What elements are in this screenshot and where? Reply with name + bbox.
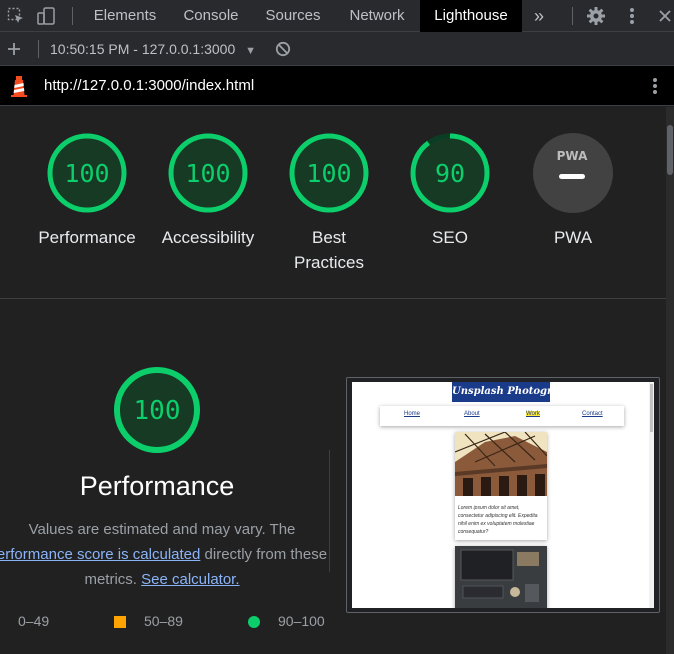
devtools-tabbar: Elements Console Sources Network Lightho… <box>0 0 674 32</box>
lighthouse-report: 100 Performance 100 Accessibility 100 Be… <box>0 107 666 654</box>
pwa-logo-text: PWA <box>557 149 588 163</box>
gauge-ring: PWA <box>533 133 613 213</box>
thumbnail-building-image <box>455 432 547 496</box>
tab-lighthouse[interactable]: Lighthouse <box>420 0 522 32</box>
report-select-value: 10:50:15 PM - 127.0.0.1:3000 <box>50 41 236 57</box>
chevron-down-icon: ▼ <box>245 45 257 57</box>
report-scrollbar[interactable] <box>666 107 674 654</box>
desc-line: metrics. See calculator. <box>0 567 334 592</box>
pwa-dash-icon <box>559 174 585 179</box>
gauge-seo[interactable]: 90 SEO <box>395 131 505 250</box>
tab-sources[interactable]: Sources <box>256 0 330 32</box>
thumbnail-card <box>455 546 547 608</box>
report-scrollbar-thumb[interactable] <box>667 125 673 175</box>
pass-circle-icon <box>248 616 260 628</box>
gauge-accessibility[interactable]: 100 Accessibility <box>153 131 263 250</box>
gauge-label: Accessibility <box>161 228 255 247</box>
gauge-ring: 90 <box>410 133 490 213</box>
see-calculator-link[interactable]: See calculator. <box>141 571 239 588</box>
report-url[interactable]: http://127.0.0.1:3000/index.html <box>44 66 254 106</box>
desc-text: metrics. <box>84 571 142 588</box>
thumbnail-desk-image <box>455 546 547 608</box>
desc-text: directly from these <box>200 546 328 563</box>
final-screenshot-frame[interactable]: Unsplash Photography Home About Work Con… <box>346 377 660 613</box>
gauge-score: 100 <box>64 159 109 188</box>
close-devtools-icon[interactable] <box>656 0 674 32</box>
thumbnail-nav-item: Home <box>404 411 421 417</box>
tab-console[interactable]: Console <box>172 0 250 32</box>
performance-score-gauge: 100 <box>112 365 202 460</box>
average-square-icon <box>114 616 126 628</box>
thumbnail-card-text: Lorem ipsum dolor sit amet, consectetur … <box>458 505 538 535</box>
inspect-element-icon[interactable] <box>4 0 28 32</box>
lighthouse-logo-icon <box>8 66 30 106</box>
thumbnail-nav-item: About <box>464 411 480 417</box>
gauge-score: 100 <box>306 159 351 188</box>
lighthouse-toolbar: 10:50:15 PM - 127.0.0.1:3000 ▼ <box>0 32 674 66</box>
thumbnail-site-logo: Unsplash Photography <box>452 382 550 402</box>
gauge-best-practices[interactable]: 100 Best Practices <box>274 131 384 275</box>
tabbar-divider <box>72 7 73 25</box>
thumbnail-nav: Home About Work Contact <box>380 406 624 426</box>
device-toolbar-icon[interactable] <box>34 0 58 32</box>
thumbnail-nav-item: Work <box>526 411 540 417</box>
thumbnail-card: Lorem ipsum dolor sit amet, consectetur … <box>455 432 547 540</box>
toolbar-divider <box>38 40 39 58</box>
gauge-ring: 100 <box>47 133 127 213</box>
final-screenshot: Unsplash Photography Home About Work Con… <box>352 382 654 608</box>
performance-score: 100 <box>134 396 181 426</box>
report-select-dropdown[interactable]: 10:50:15 PM - 127.0.0.1:3000 ▼ <box>50 32 256 66</box>
more-options-icon[interactable] <box>620 0 644 32</box>
legend-fail: 0–49 <box>18 613 50 629</box>
gauge-score: 90 <box>435 159 465 188</box>
tab-network[interactable]: Network <box>338 0 416 32</box>
tab-elements[interactable]: Elements <box>84 0 166 32</box>
gauge-label: PWA <box>553 228 593 247</box>
legend-pass: 90–100 <box>278 613 325 629</box>
settings-gear-icon[interactable] <box>583 0 609 32</box>
more-tabs-button[interactable]: » <box>526 0 552 32</box>
gauge-pwa[interactable]: PWA PWA <box>518 131 628 250</box>
performance-description: Values are estimated and may vary. The e… <box>0 517 334 592</box>
performance-title: Performance <box>79 471 235 501</box>
gauge-label: SEO <box>432 228 468 247</box>
gauge-label: Performance <box>38 228 136 247</box>
thumbnail-nav-item: Contact <box>582 411 603 417</box>
section-divider <box>0 298 666 299</box>
desc-line: Values are estimated and may vary. The <box>28 521 296 538</box>
gauge-ring: 100 <box>168 133 248 213</box>
report-menu-icon[interactable] <box>646 66 664 106</box>
gauge-label: Best Practices <box>274 225 384 275</box>
gauge-label-line: Best <box>311 228 347 247</box>
desc-line: erformance score is calculated directly … <box>0 542 334 567</box>
score-calculated-link[interactable]: erformance score is calculated <box>0 546 200 563</box>
gauge-performance[interactable]: 100 Performance <box>32 131 142 250</box>
vertical-divider <box>329 450 330 572</box>
legend-average: 50–89 <box>144 613 183 629</box>
gauge-label-line: Practices <box>294 253 364 272</box>
thumbnail-scrollbar <box>649 382 654 608</box>
gauge-ring: 100 <box>289 133 369 213</box>
report-url-bar: http://127.0.0.1:3000/index.html <box>0 66 674 106</box>
new-report-plus-icon[interactable] <box>4 32 24 66</box>
clear-reports-icon[interactable] <box>272 32 294 66</box>
tabbar-divider <box>572 7 573 25</box>
gauge-ring: 100 <box>114 367 200 453</box>
gauge-score: 100 <box>185 159 230 188</box>
